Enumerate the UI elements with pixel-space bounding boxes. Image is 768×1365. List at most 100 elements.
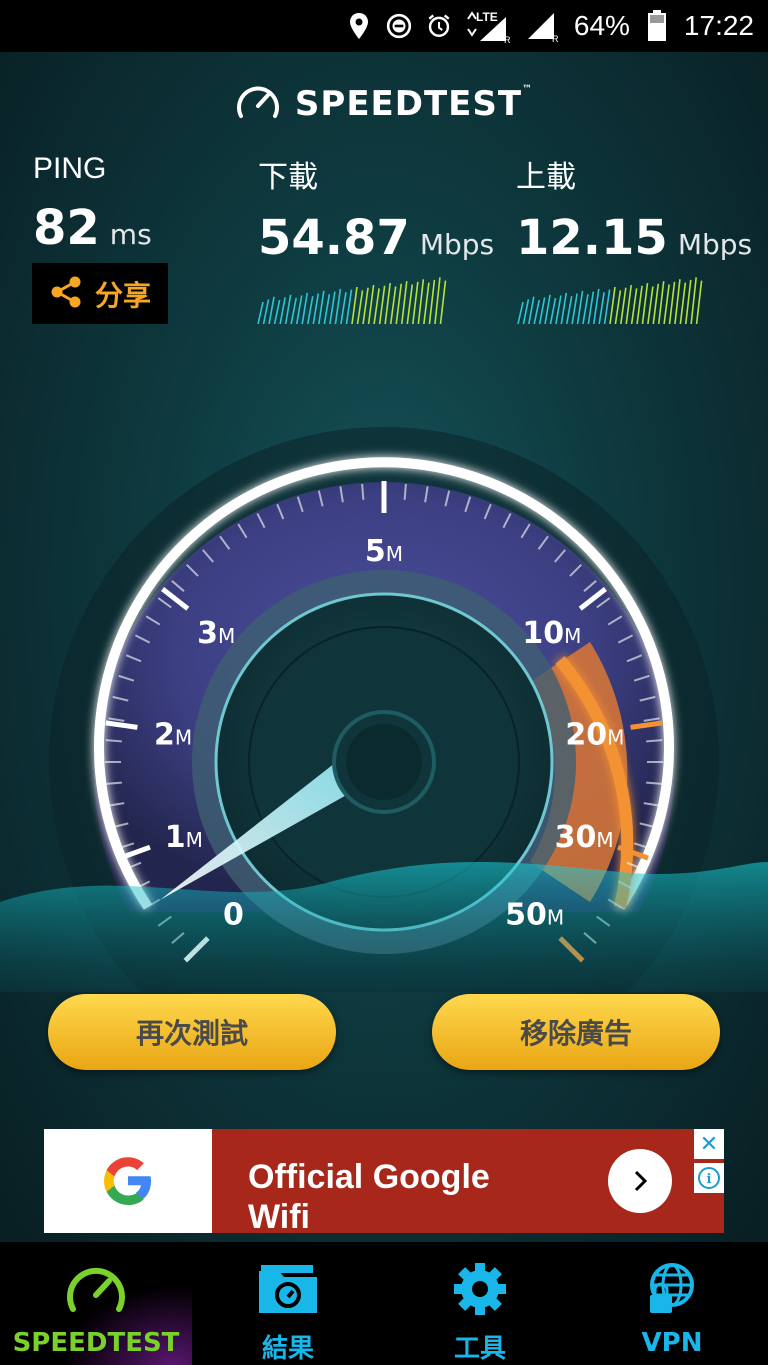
graph-bar: [356, 290, 364, 324]
graph-bar: [262, 299, 270, 324]
nav-results[interactable]: 結果: [192, 1242, 384, 1365]
download-value: 54.87: [258, 210, 410, 266]
graph-bar: [318, 290, 325, 324]
download-unit: Mbps: [419, 228, 495, 261]
download-graph: [257, 277, 447, 324]
speedometer-icon: [61, 1256, 131, 1322]
graph-bar: [695, 280, 703, 324]
share-button[interactable]: 分享: [32, 263, 168, 324]
ad-close-button[interactable]: ✕: [694, 1129, 724, 1159]
graph-bar: [663, 284, 670, 324]
ad-banner[interactable]: Official Google Wifi ✕ i: [44, 1129, 724, 1233]
signal-icon: R: [526, 13, 560, 43]
nav-vpn[interactable]: VPN: [576, 1242, 768, 1365]
clock: 17:22: [683, 10, 754, 41]
graph-bar: [636, 285, 643, 324]
nav-speedtest[interactable]: SPEEDTEST: [0, 1242, 192, 1365]
graph-bar: [679, 282, 687, 324]
upload-metric: 上載 12.15 Mbps: [516, 152, 752, 266]
graph-bar: [576, 290, 584, 324]
graph-bar: [384, 283, 391, 324]
graph-bar: [549, 297, 557, 324]
graph-bar: [340, 292, 347, 324]
upload-unit: Mbps: [677, 228, 753, 261]
remove-ads-button[interactable]: 移除廣告: [432, 994, 720, 1070]
share-label: 分享: [94, 278, 151, 312]
graph-bar: [587, 291, 595, 324]
graph-bar: [279, 297, 286, 324]
download-metric: 下載 54.87 Mbps: [258, 152, 494, 266]
graph-bar: [406, 284, 414, 324]
results-folder-icon: [253, 1256, 323, 1322]
graph-bar: [428, 279, 436, 324]
gauge-minor-tick: [403, 483, 407, 500]
graph-bar: [565, 296, 573, 324]
graph-bar: [378, 285, 386, 324]
ad-arrow-button[interactable]: [608, 1149, 672, 1213]
battery-icon: [644, 10, 670, 41]
upload-label: 上載: [516, 161, 576, 194]
graph-bar: [439, 280, 447, 324]
graph-bar: [400, 281, 408, 324]
graph-bar: [362, 287, 369, 324]
graph-bar: [668, 281, 676, 324]
svg-text:i: i: [707, 1172, 712, 1187]
lte-signal-icon: LTE R: [466, 10, 512, 43]
nav-tools[interactable]: 工具: [384, 1242, 576, 1365]
graph-bar: [389, 286, 397, 324]
graph-bar: [290, 297, 297, 324]
speedometer-icon: [235, 82, 281, 126]
graph-bar: [395, 283, 403, 324]
graph-bar: [571, 293, 578, 324]
graph-bar: [334, 288, 342, 324]
upload-value: 12.15: [516, 210, 668, 266]
ad-info-button[interactable]: i: [694, 1163, 724, 1193]
graph-bar: [284, 294, 292, 324]
vpn-globe-lock-icon: [637, 1256, 707, 1322]
nav-label: VPN: [641, 1328, 703, 1358]
graph-bar: [603, 289, 611, 324]
graph-bar: [373, 288, 380, 324]
svg-text:R: R: [504, 35, 511, 43]
graph-bar: [273, 299, 281, 324]
info-icon: i: [698, 1167, 720, 1189]
ping-unit: ms: [109, 218, 152, 251]
bottom-nav: SPEEDTEST 結果 工具 VPN: [0, 1242, 768, 1365]
graph-bar: [423, 282, 430, 324]
location-icon: [346, 13, 372, 39]
battery-percent: 64%: [573, 10, 630, 41]
app-logo: SPEEDTEST™: [0, 82, 768, 126]
graph-bar: [690, 277, 697, 324]
graph-bar: [268, 296, 275, 324]
graph-bar: [630, 288, 638, 324]
graph-bar: [625, 284, 633, 324]
gauge-minor-tick: [646, 781, 663, 785]
graph-bar: [544, 294, 551, 324]
do-not-disturb-icon: [386, 13, 412, 39]
graph-bar: [620, 287, 627, 324]
svg-text:R: R: [552, 34, 559, 43]
graph-bar: [647, 286, 654, 324]
ping-metric: PING 82 ms: [33, 152, 152, 256]
google-g-icon: [104, 1157, 151, 1205]
graph-bar: [560, 292, 568, 324]
graph-bar: [434, 277, 441, 324]
graph-bar: [598, 292, 605, 324]
graph-bar: [657, 281, 665, 324]
graph-bar: [345, 289, 353, 324]
graph-bar: [592, 288, 600, 324]
graph-bar: [412, 281, 419, 324]
graph-bar: [582, 294, 589, 324]
alarm-icon: [426, 13, 452, 39]
nav-label: SPEEDTEST: [12, 1328, 180, 1358]
graph-bar: [528, 296, 535, 324]
graph-bar: [323, 294, 331, 324]
upload-graph: [517, 277, 703, 324]
status-bar: LTE R R 64% 17:22: [0, 0, 768, 52]
graph-bar: [614, 290, 622, 324]
google-logo: [44, 1129, 212, 1233]
graph-bar: [517, 301, 524, 324]
retest-button[interactable]: 再次測試: [48, 994, 336, 1070]
graph-bar: [417, 279, 425, 324]
remove-ads-label: 移除廣告: [519, 1017, 632, 1050]
